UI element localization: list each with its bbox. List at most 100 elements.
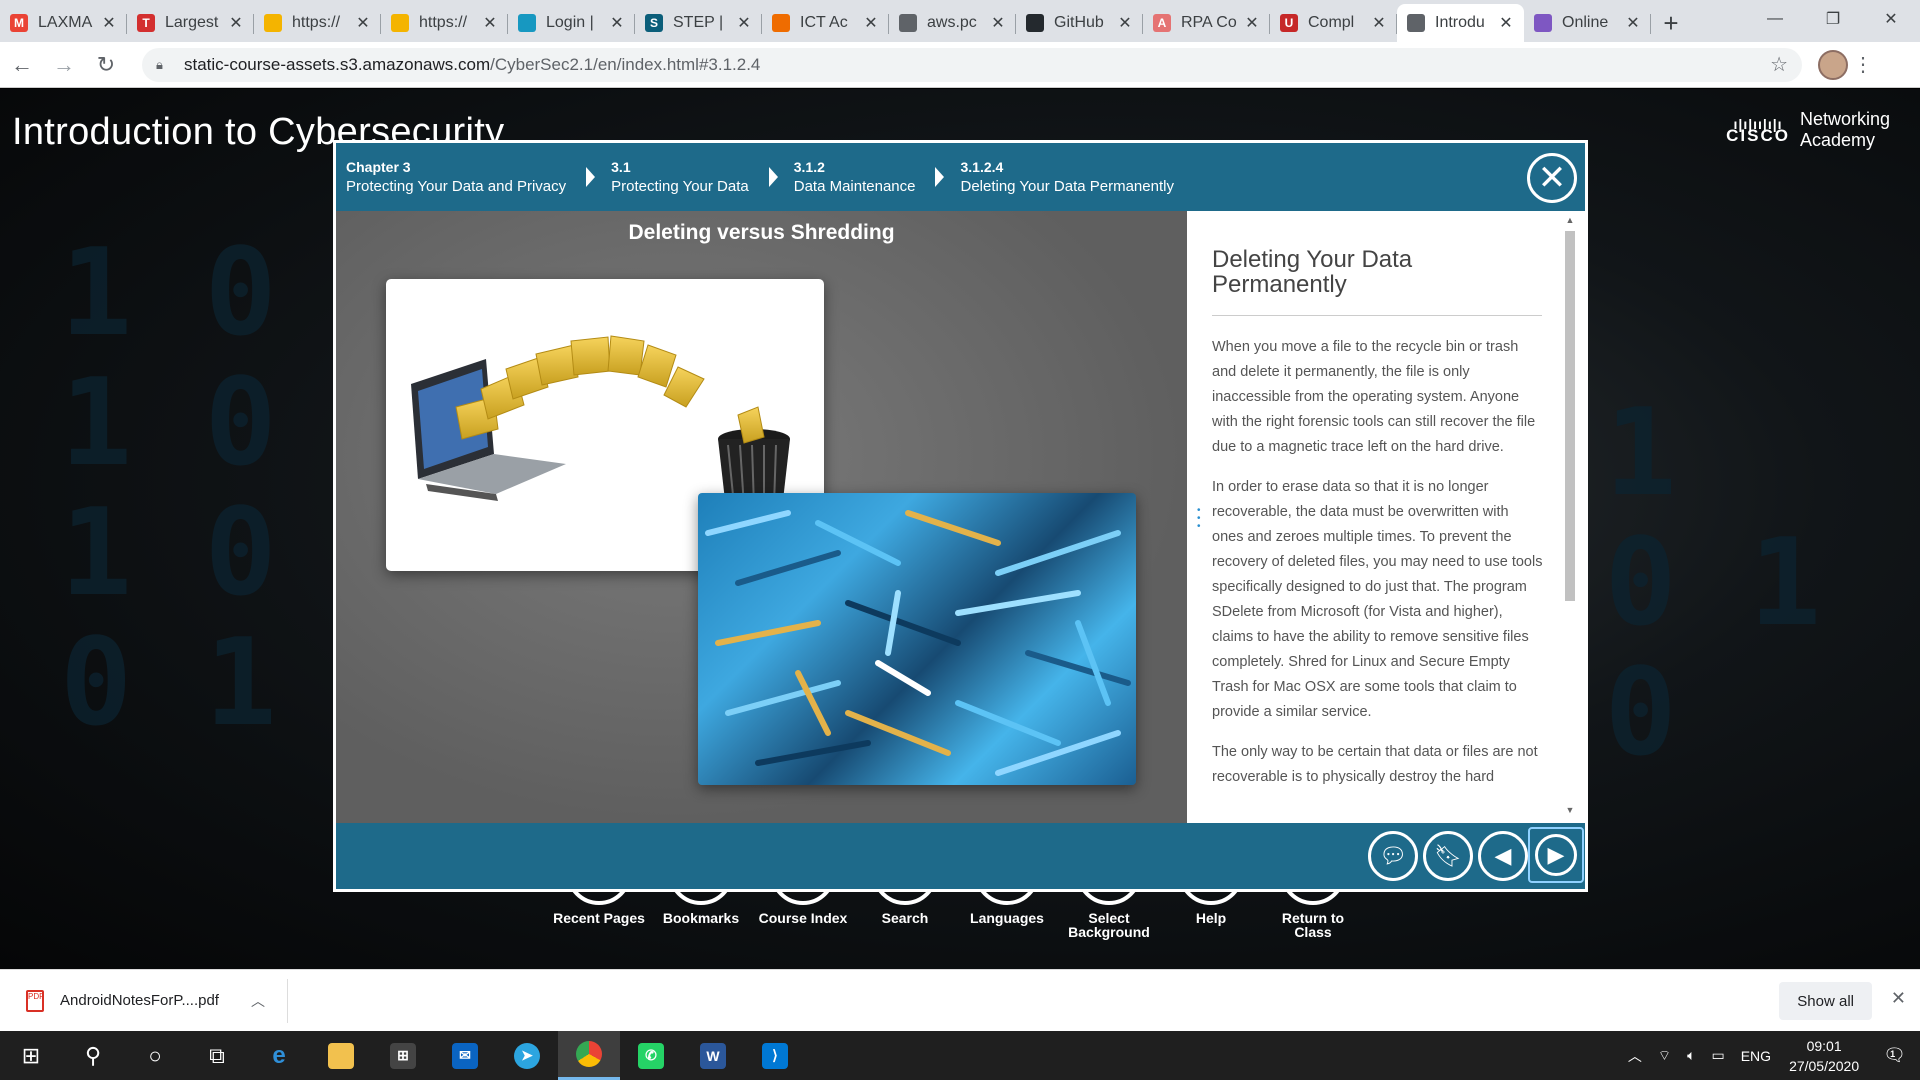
forward-icon[interactable]: → [44,47,84,83]
back-icon[interactable]: ← [2,47,42,83]
browser-tab[interactable]: https:// ✕ [254,4,381,42]
close-tab-icon[interactable]: ✕ [355,13,371,33]
chrome-button[interactable] [558,1031,620,1080]
start-button[interactable]: ⊞ [0,1031,62,1080]
store-button[interactable]: ⊞ [372,1031,434,1080]
breadcrumb-arrow-icon [586,167,596,187]
close-tab-icon[interactable]: ✕ [1371,13,1387,33]
wifi-icon[interactable]: ⌔ [1658,1047,1671,1065]
whatsapp-button[interactable]: ✆ [620,1031,682,1080]
text-scrollbar[interactable]: ▲ ▼ [1563,215,1577,819]
battery-icon[interactable]: ▭ [1711,1047,1724,1064]
close-tab-icon[interactable]: ✕ [609,13,625,33]
browser-tab[interactable]: Online ✕ [1524,4,1651,42]
close-tab-icon[interactable]: ✕ [736,13,752,33]
task-view-button[interactable]: ⧉ [186,1031,248,1080]
brand-line-1: Networking [1799,109,1890,129]
close-tab-icon[interactable]: ✕ [1244,13,1260,33]
browser-menu-icon[interactable]: ⋮ [1848,52,1878,77]
tab-title: Largest [165,14,219,31]
close-tab-icon[interactable]: ✕ [1117,13,1133,33]
lock-icon[interactable]: 🔒︎ [156,57,170,73]
previous-page-button[interactable]: ◀ [1478,831,1528,881]
course-menu-label: Select Background [1068,910,1150,940]
cortana-button[interactable]: ○ [124,1031,186,1080]
stage-title: Deleting versus Shredding [628,221,895,244]
notification-icon[interactable]: 🗨︎ 1 [1883,1045,1906,1066]
bookmark-star-icon[interactable]: ☆ [1770,52,1788,77]
tab-title: Compl [1308,14,1355,31]
close-tab-icon[interactable]: ✕ [1498,13,1514,33]
reload-icon[interactable]: ↻ [86,47,126,83]
close-modal-button[interactable]: ✕ [1527,153,1577,203]
browser-tab[interactable]: A RPA Co ✕ [1143,4,1270,42]
tab-title: LAXMA [38,14,93,31]
browser-tab[interactable]: https:// ✕ [381,4,508,42]
telegram-button[interactable]: ➤ [496,1031,558,1080]
breadcrumb-number: 3.1.2.4 [960,159,1004,175]
close-tab-icon[interactable]: ✕ [101,13,117,33]
browser-tab[interactable]: GitHub ✕ [1016,4,1143,42]
show-all-button[interactable]: Show all [1779,982,1872,1020]
url-text[interactable]: static-course-assets.s3.amazonaws.com/Cy… [184,55,1770,75]
edge-button[interactable]: e [248,1031,310,1080]
text-pane[interactable]: Deleting Your Data Permanently • • • When … [1187,211,1585,823]
chevron-up-icon[interactable]: ︿ [251,991,265,1011]
breadcrumb-item[interactable]: 3.1.2.4 Deleting Your Data Permanently [960,157,1173,197]
volume-icon[interactable]: 🔈︎ [1687,1047,1695,1064]
system-tray: ︿ ⌔ 🔈︎ ▭ ENG 09:01 27/05/2020 🗨︎ 1 [1620,1031,1920,1080]
new-tab-button[interactable]: + [1651,4,1691,42]
search-taskbar-button[interactable]: ⚲ [62,1031,124,1080]
tab-title: STEP | [673,14,724,31]
profile-avatar[interactable] [1818,49,1848,80]
minimize-icon[interactable]: — [1746,0,1804,38]
breadcrumb-item[interactable]: 3.1.2 Data Maintenance [794,157,916,197]
clock[interactable]: 09:01 27/05/2020 [1789,1036,1859,1076]
comment-button[interactable]: 💬︎ [1368,831,1418,881]
explorer-button[interactable] [310,1031,372,1080]
breadcrumb: Chapter 3 Protecting Your Data and Privac… [346,157,1194,197]
browser-tab[interactable]: ICT Ac ✕ [762,4,889,42]
breadcrumb-item[interactable]: 3.1 Protecting Your Data [611,157,749,197]
vscode-button[interactable]: ⟩ [744,1031,806,1080]
breadcrumb-title: Protecting Your Data and Privacy [346,178,567,195]
browser-tab[interactable]: Login | ✕ [508,4,635,42]
close-tab-icon[interactable]: ✕ [863,13,879,33]
close-window-icon[interactable]: ✕ [1862,0,1920,38]
window-controls: — ❐ ✕ [1746,0,1920,38]
url-path: /CyberSec2.1/en/index.html#3.1.2.4 [490,54,761,74]
course-menu-label: Search [881,910,929,926]
mail-button[interactable]: ✉ [434,1031,496,1080]
scroll-up-icon[interactable]: ▲ [1563,215,1577,229]
generic-site-icon [264,14,282,32]
browser-tab[interactable]: Introdu ✕ [1397,4,1524,42]
course-menu-label: Recent Pages [553,910,645,926]
restore-icon[interactable]: ❐ [1804,0,1862,38]
download-item[interactable]: PDF AndroidNotesForP....pdf ︿ [0,978,288,1023]
tab-title: https:// [419,14,468,31]
scroll-thumb[interactable] [1565,231,1575,601]
scroll-down-icon[interactable]: ▼ [1563,805,1577,819]
close-tab-icon[interactable]: ✕ [990,13,1006,33]
browser-tab[interactable]: T Largest ✕ [127,4,254,42]
language-indicator[interactable]: ENG [1741,1048,1771,1064]
browser-tab[interactable]: aws.pc ✕ [889,4,1016,42]
close-tab-icon[interactable]: ✕ [228,13,244,33]
breadcrumb-item[interactable]: Chapter 3 Protecting Your Data and Privac… [346,157,566,197]
chevron-up-icon[interactable]: ︿ [1628,1046,1642,1066]
course-menu-label: Languages [970,910,1044,926]
address-bar[interactable]: 🔒︎ static-course-assets.s3.amazonaws.com… [142,47,1802,82]
word-button[interactable]: W [682,1031,744,1080]
browser-tab[interactable]: M LAXMA ✕ [0,4,127,42]
browser-tab[interactable]: S STEP | ✕ [635,4,762,42]
browser-tab[interactable]: U Compl ✕ [1270,4,1397,42]
close-tab-icon[interactable]: ✕ [482,13,498,33]
tab-title: ICT Ac [800,14,848,31]
globe-icon [899,14,917,32]
close-download-bar-icon[interactable]: ✕ [1891,988,1906,1009]
close-tab-icon[interactable]: ✕ [1625,13,1641,33]
next-page-button[interactable]: ▶ [1528,827,1584,883]
windows-icon: ⊞ [21,1042,41,1068]
bookmark-button[interactable]: 🔖︎ [1423,831,1473,881]
rpa-icon: A [1153,14,1171,32]
